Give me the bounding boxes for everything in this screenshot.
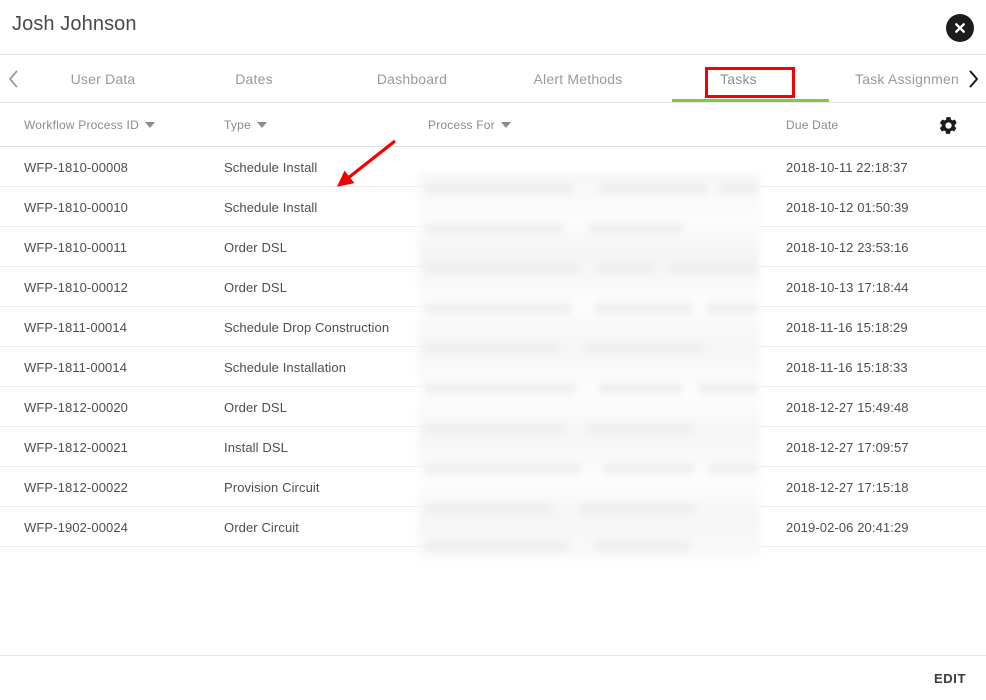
- column-header-due-date[interactable]: Due Date: [786, 103, 838, 147]
- cell-type: Provision Circuit: [224, 479, 320, 495]
- tabs-row: User Data Dates Dashboard Alert Methods …: [26, 55, 960, 102]
- table-row[interactable]: WFP-1810-00010 Schedule Install 2018-10-…: [0, 187, 986, 227]
- table-row[interactable]: WFP-1810-00011 Order DSL 2018-10-12 23:5…: [0, 227, 986, 267]
- tab-task-assignment[interactable]: Task Assignmen: [817, 55, 960, 102]
- tab-label: Alert Methods: [533, 70, 623, 87]
- cell-workflow-process-id: WFP-1902-00024: [24, 519, 129, 535]
- cell-type: Schedule Install: [224, 159, 318, 175]
- table-row[interactable]: WFP-1812-00022 Provision Circuit 2018-12…: [0, 467, 986, 507]
- cell-due-date: 2018-11-16 15:18:33: [786, 359, 908, 375]
- tabs-scroll-viewport: User Data Dates Dashboard Alert Methods …: [26, 55, 960, 102]
- table-body: WFP-1810-00008 Schedule Install 2018-10-…: [0, 147, 986, 547]
- column-header-workflow-process-id[interactable]: Workflow Process ID: [24, 103, 155, 147]
- tab-dashboard[interactable]: Dashboard: [328, 55, 496, 102]
- table-row[interactable]: WFP-1902-00024 Order Circuit 2019-02-06 …: [0, 507, 986, 547]
- cell-due-date: 2018-10-13 17:18:44: [786, 279, 909, 295]
- cell-type: Schedule Install: [224, 199, 318, 215]
- tab-user-data[interactable]: User Data: [26, 55, 180, 102]
- active-tab-indicator: [672, 99, 829, 102]
- cell-due-date: 2018-11-16 15:18:29: [786, 319, 908, 335]
- sort-caret-icon: [500, 122, 511, 128]
- table-header-row: Workflow Process ID Type Process For Due…: [0, 103, 986, 147]
- cell-type: Schedule Installation: [224, 359, 347, 375]
- sort-caret-icon: [256, 122, 267, 128]
- cell-type: Order Circuit: [224, 519, 299, 535]
- tasks-table: Workflow Process ID Type Process For Due…: [0, 103, 986, 655]
- cell-due-date: 2018-12-27 15:49:48: [786, 399, 909, 415]
- cell-workflow-process-id: WFP-1812-00020: [24, 399, 129, 415]
- table-row[interactable]: WFP-1811-00014 Schedule Drop Constructio…: [0, 307, 986, 347]
- cell-type: Order DSL: [224, 279, 288, 295]
- edit-button[interactable]: EDIT: [928, 667, 972, 690]
- cell-due-date: 2018-10-12 01:50:39: [786, 199, 909, 215]
- close-circle-icon[interactable]: [946, 14, 974, 42]
- chevron-left-icon[interactable]: [0, 55, 26, 102]
- cell-workflow-process-id: WFP-1811-00014: [24, 319, 128, 335]
- cell-workflow-process-id: WFP-1810-00010: [24, 199, 129, 215]
- tab-label: Tasks: [720, 70, 757, 87]
- cell-due-date: 2018-10-11 22:18:37: [786, 159, 908, 175]
- table-row[interactable]: WFP-1812-00021 Install DSL 2018-12-27 17…: [0, 427, 986, 467]
- table-row[interactable]: WFP-1811-00014 Schedule Installation 201…: [0, 347, 986, 387]
- column-header-process-for[interactable]: Process For: [428, 103, 511, 147]
- table-row[interactable]: WFP-1810-00012 Order DSL 2018-10-13 17:1…: [0, 267, 986, 307]
- tab-label: Dates: [235, 70, 273, 87]
- column-header-label: Due Date: [786, 118, 839, 132]
- page-title: Josh Johnson: [12, 13, 137, 35]
- cell-workflow-process-id: WFP-1812-00022: [24, 479, 129, 495]
- cell-workflow-process-id: WFP-1810-00012: [24, 279, 129, 295]
- sort-caret-icon: [144, 122, 155, 128]
- column-header-label: Type: [224, 118, 251, 132]
- cell-type: Order DSL: [224, 399, 288, 415]
- table-row[interactable]: WFP-1812-00020 Order DSL 2018-12-27 15:4…: [0, 387, 986, 427]
- cell-due-date: 2018-12-27 17:15:18: [786, 479, 909, 495]
- cell-type: Order DSL: [224, 239, 288, 255]
- cell-workflow-process-id: WFP-1810-00008: [24, 159, 129, 175]
- tab-dates[interactable]: Dates: [180, 55, 328, 102]
- cell-workflow-process-id: WFP-1811-00014: [24, 359, 128, 375]
- cell-type: Install DSL: [224, 439, 288, 455]
- cell-due-date: 2018-12-27 17:09:57: [786, 439, 909, 455]
- cell-workflow-process-id: WFP-1812-00021: [24, 439, 129, 455]
- tab-label: Task Assignmen: [855, 70, 959, 87]
- tab-label: Dashboard: [376, 70, 448, 87]
- dialog-footer: EDIT: [0, 655, 986, 700]
- gear-icon[interactable]: [932, 109, 964, 141]
- column-header-label: Workflow Process ID: [24, 118, 139, 132]
- user-detail-dialog: Josh Johnson User Data Dates Dashboard A…: [0, 0, 986, 700]
- column-header-type[interactable]: Type: [224, 103, 267, 147]
- cell-due-date: 2018-10-12 23:53:16: [786, 239, 909, 255]
- column-header-label: Process For: [428, 118, 495, 132]
- chevron-right-icon[interactable]: [960, 55, 986, 102]
- tab-bar: User Data Dates Dashboard Alert Methods …: [0, 55, 986, 103]
- tab-label: User Data: [70, 70, 136, 87]
- dialog-title-bar: Josh Johnson: [0, 0, 986, 55]
- cell-due-date: 2019-02-06 20:41:29: [786, 519, 909, 535]
- tab-tasks[interactable]: Tasks: [660, 55, 817, 102]
- tab-alert-methods[interactable]: Alert Methods: [496, 55, 660, 102]
- cell-workflow-process-id: WFP-1810-00011: [24, 239, 128, 255]
- cell-type: Schedule Drop Construction: [224, 319, 390, 335]
- table-row[interactable]: WFP-1810-00008 Schedule Install 2018-10-…: [0, 147, 986, 187]
